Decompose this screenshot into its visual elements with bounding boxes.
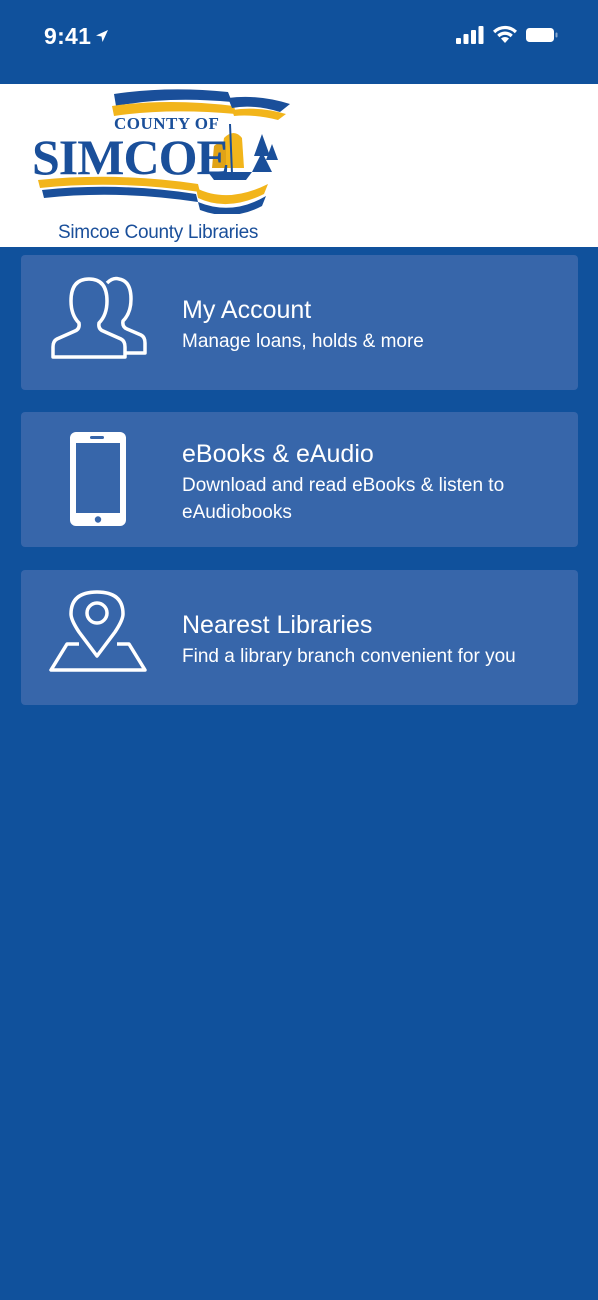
card-text: eBooks & eAudio Download and read eBooks…: [182, 439, 548, 526]
status-indicators: [456, 25, 558, 49]
status-time: 9:41: [44, 22, 109, 50]
mobile-device-icon: [68, 430, 128, 530]
status-time-text: 9:41: [44, 23, 92, 49]
menu-item-my-account[interactable]: My Account Manage loans, holds & more: [21, 255, 578, 390]
card-text: My Account Manage loans, holds & more: [182, 295, 548, 355]
wifi-icon: [492, 25, 518, 49]
card-title: Nearest Libraries: [182, 611, 373, 639]
card-description: Download and read eBooks & listen to eAu…: [182, 475, 505, 523]
card-description: Find a library branch convenient for you: [182, 646, 516, 667]
card-description: Manage loans, holds & more: [182, 331, 424, 352]
county-of-simcoe-logo: COUNTY OF SIMCOE Simcoe County Libraries: [28, 84, 298, 247]
users-icon: [49, 273, 149, 373]
menu-item-nearest-libraries[interactable]: Nearest Libraries Find a library branch …: [21, 570, 578, 705]
app-screen: 9:41 COUNTY OF SIMCOE Simcoe County Libr…: [0, 0, 598, 1300]
card-text: Nearest Libraries Find a library branch …: [182, 610, 548, 670]
status-bar: 9:41: [0, 0, 598, 84]
card-title: eBooks & eAudio: [182, 440, 374, 468]
battery-icon: [526, 27, 558, 48]
header-subtitle: Simcoe County Libraries: [58, 222, 259, 243]
cellular-signal-icon: [456, 25, 484, 49]
logo-simcoe-text: SIMCOE: [32, 129, 230, 185]
menu-item-ebooks-eaudio[interactable]: eBooks & eAudio Download and read eBooks…: [21, 412, 578, 547]
card-title: My Account: [182, 296, 312, 324]
header-banner: COUNTY OF SIMCOE Simcoe County Libraries: [0, 84, 598, 247]
location-arrow-icon: [95, 22, 109, 49]
map-pin-icon: [49, 588, 149, 688]
